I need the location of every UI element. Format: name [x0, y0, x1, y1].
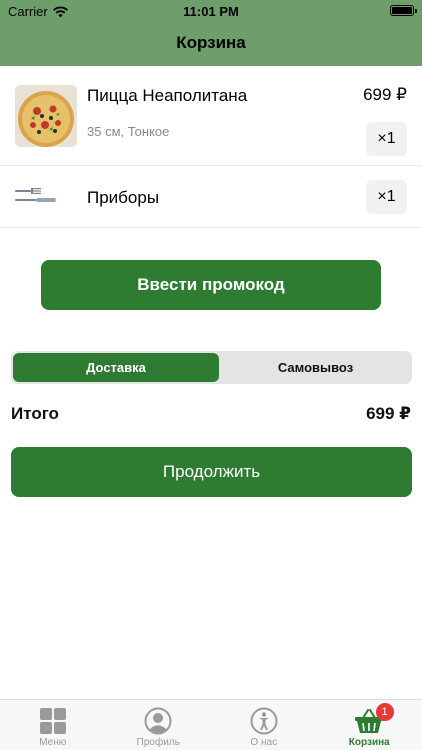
status-bar: Carrier 11:01 PM [0, 0, 422, 22]
status-time: 11:01 PM [183, 4, 239, 19]
battery-icon [390, 5, 417, 16]
total-label: Итого [11, 404, 59, 423]
segment-pickup[interactable]: Самовывоз [221, 353, 410, 382]
tab-label: Профиль [136, 737, 180, 748]
item-price: 699 ₽ [363, 85, 407, 104]
total-value: 699 ₽ [366, 404, 411, 423]
top-header: Carrier 11:01 PM Корзина [0, 0, 422, 66]
tab-profile[interactable]: Профиль [106, 700, 212, 750]
cart-list: Пицца Неаполитана 35 см, Тонкое 699 ₽ ×1… [0, 66, 422, 228]
tab-menu[interactable]: Меню [0, 700, 106, 750]
item-description: 35 см, Тонкое [87, 124, 170, 139]
cart-item-pizza[interactable]: Пицца Неаполитана 35 см, Тонкое 699 ₽ ×1 [0, 66, 422, 166]
tab-label: Корзина [348, 737, 390, 748]
tab-bar: Меню Профиль О нас 1 Корзина [0, 699, 422, 750]
cart-item-cutlery[interactable]: Приборы ×1 [0, 166, 422, 228]
tab-label: Меню [39, 737, 67, 748]
item-name: Приборы [87, 188, 160, 207]
tab-cart[interactable]: 1 Корзина [317, 700, 422, 750]
pizza-image [15, 85, 77, 147]
about-icon [250, 707, 278, 735]
item-name: Пицца Неаполитана [87, 86, 248, 105]
menu-grid-icon [39, 708, 66, 734]
continue-button[interactable]: Продолжить [11, 447, 412, 497]
segment-delivery[interactable]: Доставка [13, 353, 219, 382]
delivery-segment: Доставка Самовывоз [11, 351, 412, 384]
profile-icon [144, 707, 172, 735]
tab-about[interactable]: О нас [211, 700, 317, 750]
tab-label: О нас [250, 737, 278, 748]
cart-badge: 1 [375, 703, 394, 721]
promo-code-button[interactable]: Ввести промокод [41, 260, 381, 310]
cutlery-icon [15, 188, 56, 202]
quantity-button[interactable]: ×1 [366, 180, 407, 214]
page-title: Корзина [176, 33, 246, 52]
quantity-button[interactable]: ×1 [366, 122, 407, 156]
